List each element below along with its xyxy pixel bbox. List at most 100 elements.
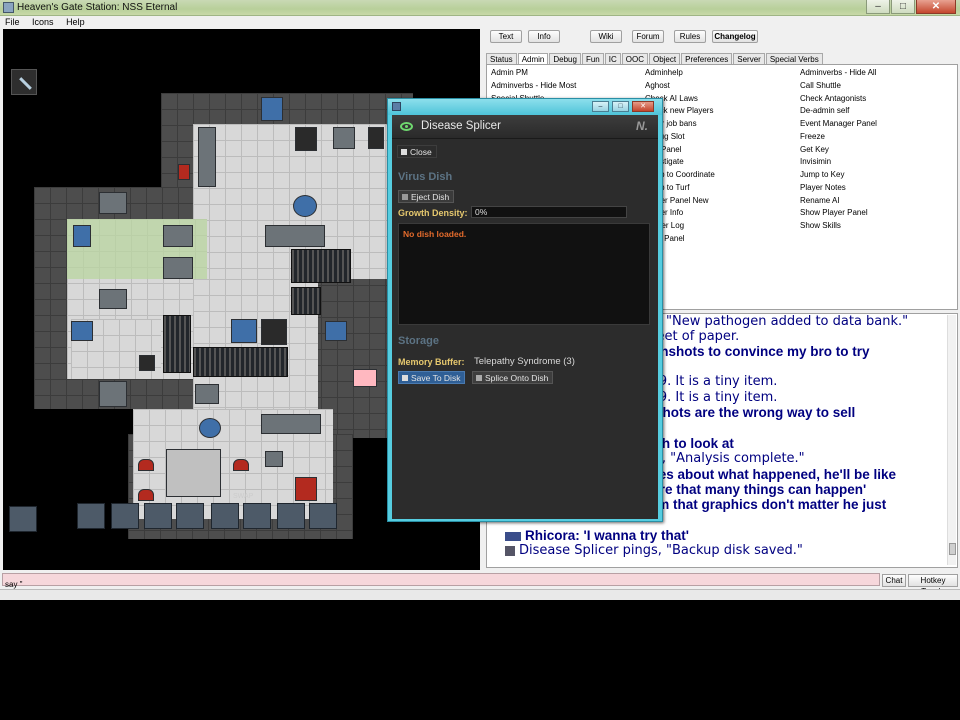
verb-link[interactable]: Get Key [800, 145, 829, 154]
chat-message: Disease Splicer pings, "Backup disk save… [505, 543, 803, 558]
memory-buffer-value: Telepathy Syndrome (3) [474, 356, 575, 367]
splice-onto-dish-button[interactable]: Splice Onto Dish [472, 371, 554, 384]
splice-onto-dish-label: Splice Onto Dish [485, 373, 549, 383]
lab-table[interactable] [261, 414, 321, 434]
hud-slot-pocket[interactable] [277, 503, 305, 529]
console-machine[interactable] [198, 127, 216, 187]
hud-slot-mask[interactable] [77, 503, 105, 529]
chair-icon[interactable] [233, 459, 249, 471]
computer-console[interactable] [261, 319, 287, 345]
floor-grate [291, 287, 321, 315]
bio-freezer[interactable] [99, 289, 127, 309]
menu-bar: File Icons Help [0, 16, 960, 28]
disposal-unit[interactable] [199, 418, 221, 438]
biohazard-icon [73, 225, 91, 247]
splicer-title-bar[interactable]: – □ ✕ [388, 99, 662, 115]
menu-icons[interactable]: Icons [27, 16, 59, 28]
menu-file[interactable]: File [0, 16, 25, 28]
bio-freezer[interactable] [99, 192, 127, 214]
splicer-minimize-button[interactable]: – [592, 101, 609, 112]
forum-button[interactable]: Forum [632, 30, 664, 43]
speaker-icon [505, 545, 515, 556]
chat-scrollbar-thumb[interactable] [949, 543, 956, 555]
hud-hand-right[interactable] [243, 503, 271, 529]
info-button[interactable]: Info [528, 30, 560, 43]
bio-freezer[interactable] [163, 257, 193, 279]
close-button[interactable]: ✕ [916, 0, 956, 14]
lab-table[interactable] [265, 225, 325, 247]
rules-button[interactable]: Rules [674, 30, 706, 43]
verb-link[interactable]: Adminverbs - Hide All [800, 68, 876, 77]
minimize-button[interactable]: – [866, 0, 890, 14]
verb-link[interactable]: Adminhelp [645, 68, 683, 77]
splicer-close-button[interactable]: ✕ [632, 101, 654, 112]
hotkey-toggle-button[interactable]: Hotkey Toggle [908, 574, 958, 596]
chair-icon[interactable] [138, 489, 154, 501]
disease-splicer-window[interactable]: – □ ✕ Disease Splicer N. Close Virus Dis… [387, 98, 663, 522]
verb-link[interactable]: Invisimin [800, 157, 831, 166]
verb-link[interactable]: De-admin self [800, 106, 849, 115]
close-link-button[interactable]: Close [397, 145, 437, 158]
vending-machine[interactable] [295, 477, 317, 501]
status-strip [0, 589, 960, 600]
text-button[interactable]: Text [490, 30, 522, 43]
save-to-disk-button[interactable]: Save To Disk [398, 371, 466, 384]
chair-icon[interactable] [138, 459, 154, 471]
command-input-bar[interactable] [2, 573, 880, 590]
splicer-title: Disease Splicer [421, 120, 501, 132]
console-machine[interactable] [368, 127, 384, 149]
chat-scrollbar[interactable] [947, 315, 956, 565]
bio-freezer[interactable] [163, 225, 193, 247]
wiki-button[interactable]: Wiki [590, 30, 622, 43]
hud-slot-pocket[interactable] [309, 503, 337, 529]
dish-status-box: No dish loaded. [398, 223, 650, 325]
verb-link[interactable]: Player Notes [800, 183, 846, 192]
chat-button[interactable]: Chat [882, 574, 906, 587]
chat-message-text: Rhicora: 'I wanna try that' [525, 528, 689, 543]
verb-link[interactable]: Aghost [645, 81, 670, 90]
hud-intent-icon[interactable] [9, 506, 37, 532]
menu-help[interactable]: Help [61, 16, 90, 28]
computer-console[interactable] [195, 384, 219, 404]
verb-link[interactable]: Check Antagonists [800, 94, 866, 103]
disk-icon [402, 375, 408, 381]
wand-icon[interactable] [11, 69, 37, 95]
growth-density-bar: 0% [471, 206, 627, 218]
maximize-button[interactable]: □ [891, 0, 915, 14]
splicer-maximize-button[interactable]: □ [612, 101, 629, 112]
verb-link[interactable]: Rename AI [800, 196, 840, 205]
verb-link[interactable]: Admin PM [491, 68, 528, 77]
window-title: Heaven's Gate Station: NSS Eternal [17, 2, 178, 13]
verb-link[interactable]: Jump to Key [800, 170, 844, 179]
vent-icon [71, 321, 93, 341]
hud-hand-left[interactable] [211, 503, 239, 529]
verb-link[interactable]: Show Player Panel [800, 208, 868, 217]
app-icon [3, 2, 14, 13]
storage-heading: Storage [398, 335, 439, 347]
operating-table[interactable] [166, 449, 221, 497]
console-machine[interactable] [333, 127, 355, 149]
computer-console[interactable] [231, 319, 257, 343]
eject-icon [402, 194, 408, 200]
hud-slot-id[interactable] [111, 503, 139, 529]
chat-message: Rhicora: 'I wanna try that' [505, 528, 689, 543]
verb-link[interactable]: Event Manager Panel [800, 119, 877, 128]
bio-freezer[interactable] [99, 381, 127, 407]
floor-grate [291, 249, 351, 283]
verb-link[interactable]: Freeze [800, 132, 825, 141]
console-machine[interactable] [295, 127, 317, 151]
changelog-button[interactable]: Changelog [712, 30, 758, 43]
top-button-bar: Text Info Wiki Forum Rules Changelog [484, 29, 960, 45]
space-sign-icon [261, 97, 283, 121]
disposal-unit[interactable] [293, 195, 317, 217]
verb-link[interactable]: Adminverbs - Hide Most [491, 81, 576, 90]
eject-dish-button[interactable]: Eject Dish [398, 190, 455, 203]
memory-buffer-label: Memory Buffer: [398, 357, 465, 367]
verb-link[interactable]: Call Shuttle [800, 81, 841, 90]
hud-slot-belt[interactable] [144, 503, 172, 529]
title-bar[interactable]: Heaven's Gate Station: NSS Eternal – □ ✕ [0, 0, 960, 16]
splice-icon [476, 375, 482, 381]
medkit-icon[interactable] [176, 503, 204, 529]
floor-vent [139, 355, 155, 371]
verb-link[interactable]: Show Skills [800, 221, 841, 230]
